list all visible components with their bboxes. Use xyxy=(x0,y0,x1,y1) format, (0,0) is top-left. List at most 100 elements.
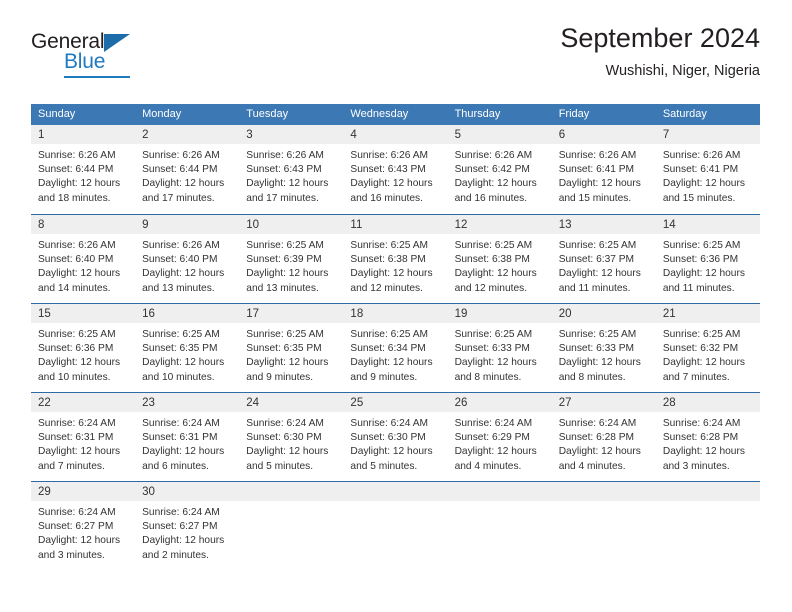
day-detail-line: and 16 minutes. xyxy=(350,192,423,204)
day-detail-line: Sunset: 6:31 PM xyxy=(142,432,218,444)
day-number: 6 xyxy=(558,129,566,141)
day-detail-line: Sunrise: 6:24 AM xyxy=(350,418,429,429)
day-detail-line: Sunset: 6:43 PM xyxy=(246,164,322,176)
day-cell-empty xyxy=(343,482,448,570)
day-detail-line: Daylight: 12 hours xyxy=(246,178,329,190)
day-cell[interactable]: 7 Sunrise: 6:26 AM Sunset: 6:41 PM Daylight… xyxy=(655,125,760,214)
page-subtitle: Wushishi, Niger, Nigeria xyxy=(605,63,760,79)
day-number-band: 18 xyxy=(343,304,448,323)
day-detail-line: Sunrise: 6:24 AM xyxy=(38,507,116,518)
day-detail-line: Daylight: 12 hours xyxy=(142,535,225,547)
day-number: 5 xyxy=(454,129,461,141)
day-detail-line: Sunset: 6:27 PM xyxy=(142,521,218,533)
day-detail-lines: Sunrise: 6:25 AM Sunset: 6:33 PM Daylight:… xyxy=(552,323,656,385)
day-detail-line: Sunset: 6:43 PM xyxy=(350,164,426,176)
day-cell[interactable]: 6 Sunrise: 6:26 AM Sunset: 6:41 PM Daylight… xyxy=(551,125,656,214)
day-detail-line: Sunrise: 6:26 AM xyxy=(350,150,429,161)
day-detail-lines: Sunrise: 6:26 AM Sunset: 6:44 PM Daylight:… xyxy=(135,144,239,206)
day-detail-line: Daylight: 12 hours xyxy=(662,357,745,369)
day-cell[interactable]: 9 Sunrise: 6:26 AM Sunset: 6:40 PM Daylight… xyxy=(135,215,240,303)
day-detail-line: and 16 minutes. xyxy=(454,192,528,204)
day-cell[interactable]: 15 Sunrise: 6:25 AM Sunset: 6:36 PM Dayligh… xyxy=(31,304,136,392)
day-detail-lines: Sunrise: 6:25 AM Sunset: 6:38 PM Daylight:… xyxy=(343,234,447,296)
day-number-band: 5 xyxy=(447,125,552,144)
day-detail-line: and 2 minutes. xyxy=(142,549,209,561)
day-detail-line: and 6 minutes. xyxy=(142,460,209,472)
day-cell[interactable]: 16 Sunrise: 6:25 AM Sunset: 6:35 PM Dayligh… xyxy=(135,304,240,392)
day-cell[interactable]: 20 Sunrise: 6:25 AM Sunset: 6:33 PM Dayligh… xyxy=(551,304,656,392)
day-detail-lines xyxy=(239,501,343,506)
day-detail-line: and 15 minutes. xyxy=(662,192,736,204)
day-detail-line: Daylight: 12 hours xyxy=(142,268,225,280)
day-cell[interactable]: 30 Sunrise: 6:24 AM Sunset: 6:27 PM Dayligh… xyxy=(135,482,240,570)
week-row: 1 Sunrise: 6:26 AM Sunset: 6:44 PM Daylight… xyxy=(31,125,760,214)
day-cell[interactable]: 4 Sunrise: 6:26 AM Sunset: 6:43 PM Daylight… xyxy=(343,125,448,214)
day-number-band: 19 xyxy=(447,304,552,323)
day-number: 4 xyxy=(350,129,357,141)
day-cell[interactable]: 26 Sunrise: 6:24 AM Sunset: 6:29 PM Dayligh… xyxy=(447,393,552,481)
day-cell[interactable]: 21 Sunrise: 6:25 AM Sunset: 6:32 PM Dayligh… xyxy=(655,304,760,392)
week-row: 15 Sunrise: 6:25 AM Sunset: 6:36 PM Dayligh… xyxy=(31,303,760,392)
day-number-band: 14 xyxy=(655,215,760,234)
day-detail-line: Daylight: 12 hours xyxy=(246,357,329,369)
day-cell[interactable]: 14 Sunrise: 6:25 AM Sunset: 6:36 PM Dayligh… xyxy=(655,215,760,303)
weekday-header-saturday: Saturday xyxy=(662,108,707,120)
day-detail-line: Sunset: 6:35 PM xyxy=(246,343,322,355)
day-detail-lines: Sunrise: 6:24 AM Sunset: 6:27 PM Daylight:… xyxy=(31,501,135,563)
day-cell-empty xyxy=(447,482,552,570)
day-cell[interactable]: 18 Sunrise: 6:25 AM Sunset: 6:34 PM Dayligh… xyxy=(343,304,448,392)
day-detail-lines: Sunrise: 6:24 AM Sunset: 6:28 PM Daylight:… xyxy=(656,412,760,474)
day-detail-line: and 5 minutes. xyxy=(246,460,314,472)
day-detail-lines xyxy=(343,501,447,506)
day-number-band: 2 xyxy=(135,125,240,144)
day-detail-line: Daylight: 12 hours xyxy=(558,268,641,280)
day-cell[interactable]: 24 Sunrise: 6:24 AM Sunset: 6:30 PM Dayligh… xyxy=(239,393,344,481)
day-cell[interactable]: 25 Sunrise: 6:24 AM Sunset: 6:30 PM Dayligh… xyxy=(343,393,448,481)
day-number-band: 15 xyxy=(31,304,136,323)
day-detail-line: Sunrise: 6:25 AM xyxy=(38,329,116,340)
day-cell[interactable]: 10 Sunrise: 6:25 AM Sunset: 6:39 PM Dayligh… xyxy=(239,215,344,303)
day-detail-lines: Sunrise: 6:26 AM Sunset: 6:41 PM Daylight:… xyxy=(656,144,760,206)
day-detail-line: Sunrise: 6:25 AM xyxy=(662,329,741,340)
title-block: September 2024 Wushishi, Niger, Nigeria xyxy=(560,22,760,81)
day-number: 29 xyxy=(38,486,51,498)
day-number-band: 12 xyxy=(447,215,552,234)
general-blue-logo[interactable]: General Blue xyxy=(31,30,231,86)
day-detail-line: Sunset: 6:34 PM xyxy=(350,343,426,355)
day-cell[interactable]: 22 Sunrise: 6:24 AM Sunset: 6:31 PM Dayligh… xyxy=(31,393,136,481)
day-detail-lines: Sunrise: 6:25 AM Sunset: 6:35 PM Daylight:… xyxy=(135,323,239,385)
day-number: 23 xyxy=(142,397,155,409)
day-cell[interactable]: 19 Sunrise: 6:25 AM Sunset: 6:33 PM Dayligh… xyxy=(447,304,552,392)
day-cell[interactable]: 3 Sunrise: 6:26 AM Sunset: 6:43 PM Daylight… xyxy=(239,125,344,214)
day-cell-empty xyxy=(551,482,656,570)
day-number-band: 16 xyxy=(135,304,240,323)
day-detail-line: Sunset: 6:38 PM xyxy=(350,254,426,266)
day-detail-line: Sunset: 6:29 PM xyxy=(454,432,530,444)
day-detail-lines: Sunrise: 6:25 AM Sunset: 6:32 PM Daylight:… xyxy=(656,323,760,385)
day-cell[interactable]: 13 Sunrise: 6:25 AM Sunset: 6:37 PM Dayligh… xyxy=(551,215,656,303)
day-cell[interactable]: 11 Sunrise: 6:25 AM Sunset: 6:38 PM Dayligh… xyxy=(343,215,448,303)
week-row: 22 Sunrise: 6:24 AM Sunset: 6:31 PM Dayligh… xyxy=(31,392,760,481)
day-cell[interactable]: 23 Sunrise: 6:24 AM Sunset: 6:31 PM Dayligh… xyxy=(135,393,240,481)
day-cell[interactable]: 29 Sunrise: 6:24 AM Sunset: 6:27 PM Dayligh… xyxy=(31,482,136,570)
day-cell[interactable]: 5 Sunrise: 6:26 AM Sunset: 6:42 PM Daylight… xyxy=(447,125,552,214)
day-cell[interactable]: 12 Sunrise: 6:25 AM Sunset: 6:38 PM Dayligh… xyxy=(447,215,552,303)
day-detail-lines: Sunrise: 6:26 AM Sunset: 6:43 PM Daylight:… xyxy=(239,144,343,206)
day-detail-line: Sunset: 6:40 PM xyxy=(142,254,218,266)
day-cell[interactable]: 28 Sunrise: 6:24 AM Sunset: 6:28 PM Dayligh… xyxy=(655,393,760,481)
day-detail-line: and 10 minutes. xyxy=(38,371,111,383)
day-cell[interactable]: 8 Sunrise: 6:26 AM Sunset: 6:40 PM Daylight… xyxy=(31,215,136,303)
day-detail-lines: Sunrise: 6:24 AM Sunset: 6:31 PM Daylight:… xyxy=(31,412,135,474)
weeks-container: 1 Sunrise: 6:26 AM Sunset: 6:44 PM Daylight… xyxy=(31,125,760,570)
day-cell[interactable]: 27 Sunrise: 6:24 AM Sunset: 6:28 PM Dayligh… xyxy=(551,393,656,481)
day-detail-line: and 10 minutes. xyxy=(142,371,215,383)
day-cell[interactable]: 2 Sunrise: 6:26 AM Sunset: 6:44 PM Daylight… xyxy=(135,125,240,214)
day-number: 12 xyxy=(454,219,468,231)
day-cell[interactable]: 1 Sunrise: 6:26 AM Sunset: 6:44 PM Daylight… xyxy=(31,125,136,214)
day-detail-line: and 7 minutes. xyxy=(38,460,105,472)
day-number-band: 20 xyxy=(551,304,656,323)
day-detail-line: Daylight: 12 hours xyxy=(350,357,433,369)
day-cell[interactable]: 17 Sunrise: 6:25 AM Sunset: 6:35 PM Dayligh… xyxy=(239,304,344,392)
day-number: 22 xyxy=(38,397,51,409)
day-number: 1 xyxy=(38,129,45,141)
